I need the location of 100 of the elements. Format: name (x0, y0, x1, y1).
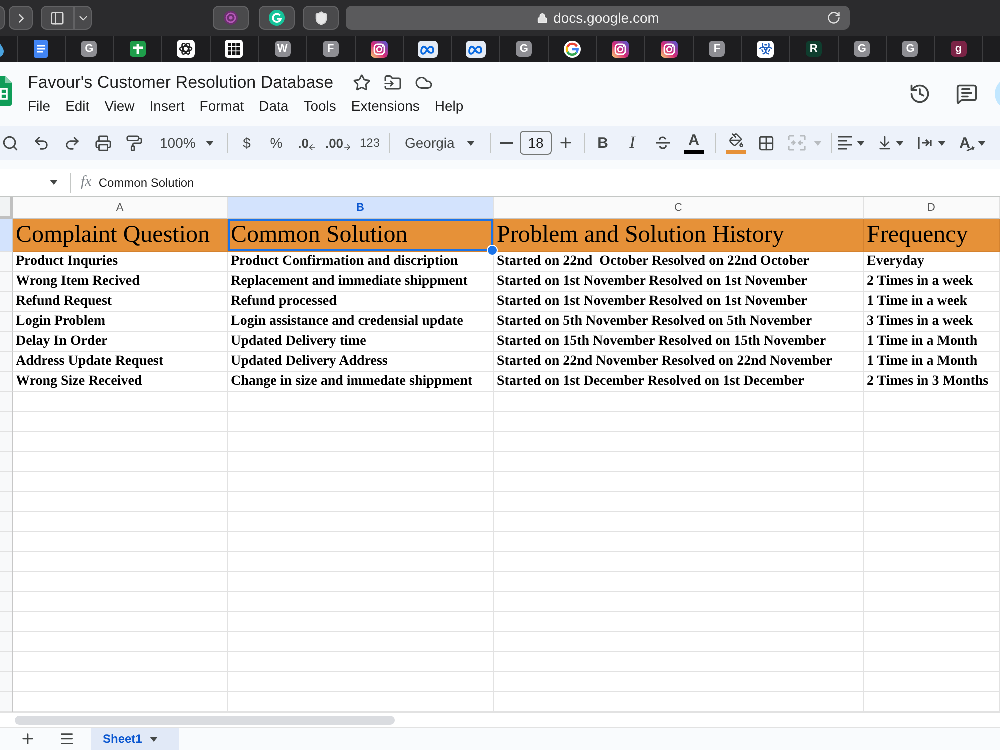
document-icon[interactable] (34, 40, 48, 58)
atom-icon[interactable] (177, 40, 196, 58)
caret-icon (938, 140, 946, 146)
fx-label: fx (81, 174, 92, 191)
column-header[interactable]: D (864, 197, 1000, 219)
table-cell: Wrong Item Recived (13, 272, 228, 292)
borders-icon (758, 134, 775, 152)
comment-icon[interactable] (956, 83, 978, 105)
menu-item[interactable]: Extensions (348, 96, 423, 116)
document-title[interactable]: Favour's Customer Resolution Database (28, 73, 334, 93)
color-bar-icon (684, 150, 704, 154)
sidebar-button[interactable] (41, 6, 74, 30)
circle-logo-icon (269, 10, 285, 26)
sheet-tab[interactable]: Sheet1 (91, 728, 179, 750)
decrease-decimals-button[interactable]: .0 (292, 129, 323, 157)
text-color-button[interactable]: A (678, 129, 710, 157)
minus-icon (500, 142, 512, 144)
star-icon[interactable] (352, 74, 371, 92)
table-cell: 2 Times in a week (864, 272, 1000, 292)
caret-icon (857, 140, 865, 146)
extension-button[interactable] (259, 6, 295, 30)
bookmark-monogram[interactable]: g (950, 41, 967, 57)
forward-button[interactable] (9, 6, 33, 30)
camera-icon[interactable] (370, 40, 388, 58)
font-dropdown[interactable]: Georgia (393, 129, 489, 157)
header-cell: Complaint Question (13, 219, 228, 252)
table-cell: Started on 22nd October Resolved on 22nd October (494, 252, 864, 272)
menu-item[interactable]: Format (196, 96, 248, 116)
cloud-icon[interactable] (414, 74, 433, 92)
table-cell: Everyday (864, 252, 1000, 272)
font-size-field[interactable]: 18 (520, 131, 552, 155)
swirl-icon (223, 10, 239, 26)
biohazard-icon[interactable] (757, 40, 774, 58)
fill-handle[interactable] (487, 245, 498, 256)
history-icon[interactable] (909, 83, 931, 105)
column-header[interactable]: B (228, 197, 494, 219)
move-folder-icon[interactable] (384, 74, 402, 92)
table-cell: Refund Request (13, 292, 228, 312)
infinity-icon[interactable] (466, 40, 486, 58)
cross-tile-icon[interactable] (130, 41, 146, 57)
menu-item[interactable]: Insert (146, 96, 188, 116)
menu-icon (59, 731, 75, 747)
table-cell: Product Inquries (13, 252, 228, 272)
menu-item[interactable]: Edit (62, 96, 93, 116)
table-cell: 2 Times in 3 Months (864, 372, 1000, 392)
text-rotation-button[interactable]: A (953, 129, 993, 157)
slant-arrow-icon (966, 146, 976, 152)
plus-icon (20, 731, 36, 747)
redo-icon (64, 134, 81, 152)
header-cell: Frequency (864, 219, 1000, 252)
table-cell: Updated Delivery time (228, 332, 494, 352)
percent-button[interactable]: % (261, 129, 292, 157)
merge-icon (788, 135, 806, 151)
caret-icon (206, 140, 214, 146)
table-cell: Product Confirmation and discription (228, 252, 494, 272)
caret-icon (978, 140, 986, 146)
italic-button[interactable]: I (617, 129, 648, 157)
caret-icon (896, 140, 904, 146)
zoom-dropdown[interactable]: 100% (150, 129, 222, 157)
table-cell: Started on 1st November Resolved on 1st November (494, 292, 864, 312)
table-cell: Change in size and immedate shippment (228, 372, 494, 392)
menu-item[interactable]: Help (432, 96, 467, 116)
printer-icon (95, 134, 112, 152)
table-cell: Replacement and immediate shippment (228, 272, 494, 292)
number-format-button[interactable]: 123 (354, 129, 386, 157)
table-cell: Started on 1st November Resolved on 1st November (494, 272, 864, 292)
menu-item[interactable]: Data (256, 96, 292, 116)
increase-decimals-button[interactable]: .00 (323, 129, 354, 157)
table-cell: Started on 15th November Resolved on 15th November (494, 332, 864, 352)
search-icon (2, 134, 19, 152)
camera-icon[interactable] (660, 40, 678, 58)
wrap-icon (917, 136, 933, 150)
bold-button[interactable]: B (589, 129, 617, 157)
currency-button[interactable]: $ (233, 129, 261, 157)
grid-icon[interactable] (225, 40, 244, 58)
caret-icon (467, 140, 475, 146)
menu-item[interactable]: Tools (300, 96, 340, 116)
strikethrough-icon (655, 136, 671, 150)
table-cell: Updated Delivery Address (228, 352, 494, 372)
scrollbar-thumb[interactable] (15, 716, 395, 724)
table-cell: Login assistance and credensial update (228, 312, 494, 332)
menu-item[interactable]: View (102, 96, 138, 116)
tab-menu-button[interactable] (74, 6, 92, 30)
multicolor-ring-icon[interactable] (564, 40, 581, 58)
formula-input[interactable]: Common Solution (98, 172, 1000, 194)
arrow-right-icon (342, 142, 352, 152)
table-cell: 3 Times in a week (864, 312, 1000, 332)
shield-icon (314, 10, 328, 26)
camera-icon[interactable] (612, 40, 630, 58)
table-cell: 1 Time in a week (864, 292, 1000, 312)
paint-roller-icon (126, 134, 143, 152)
menu-item[interactable]: File (25, 96, 54, 116)
address-field[interactable]: docs.google.com (346, 6, 850, 30)
table-cell: Address Update Request (13, 352, 228, 372)
column-header[interactable]: C (494, 197, 864, 219)
extension-button[interactable] (303, 6, 339, 30)
infinity-icon[interactable] (418, 40, 438, 58)
bookmark-monogram[interactable]: R (806, 41, 822, 57)
reload-icon[interactable] (827, 11, 841, 25)
column-header[interactable]: A (13, 197, 228, 219)
